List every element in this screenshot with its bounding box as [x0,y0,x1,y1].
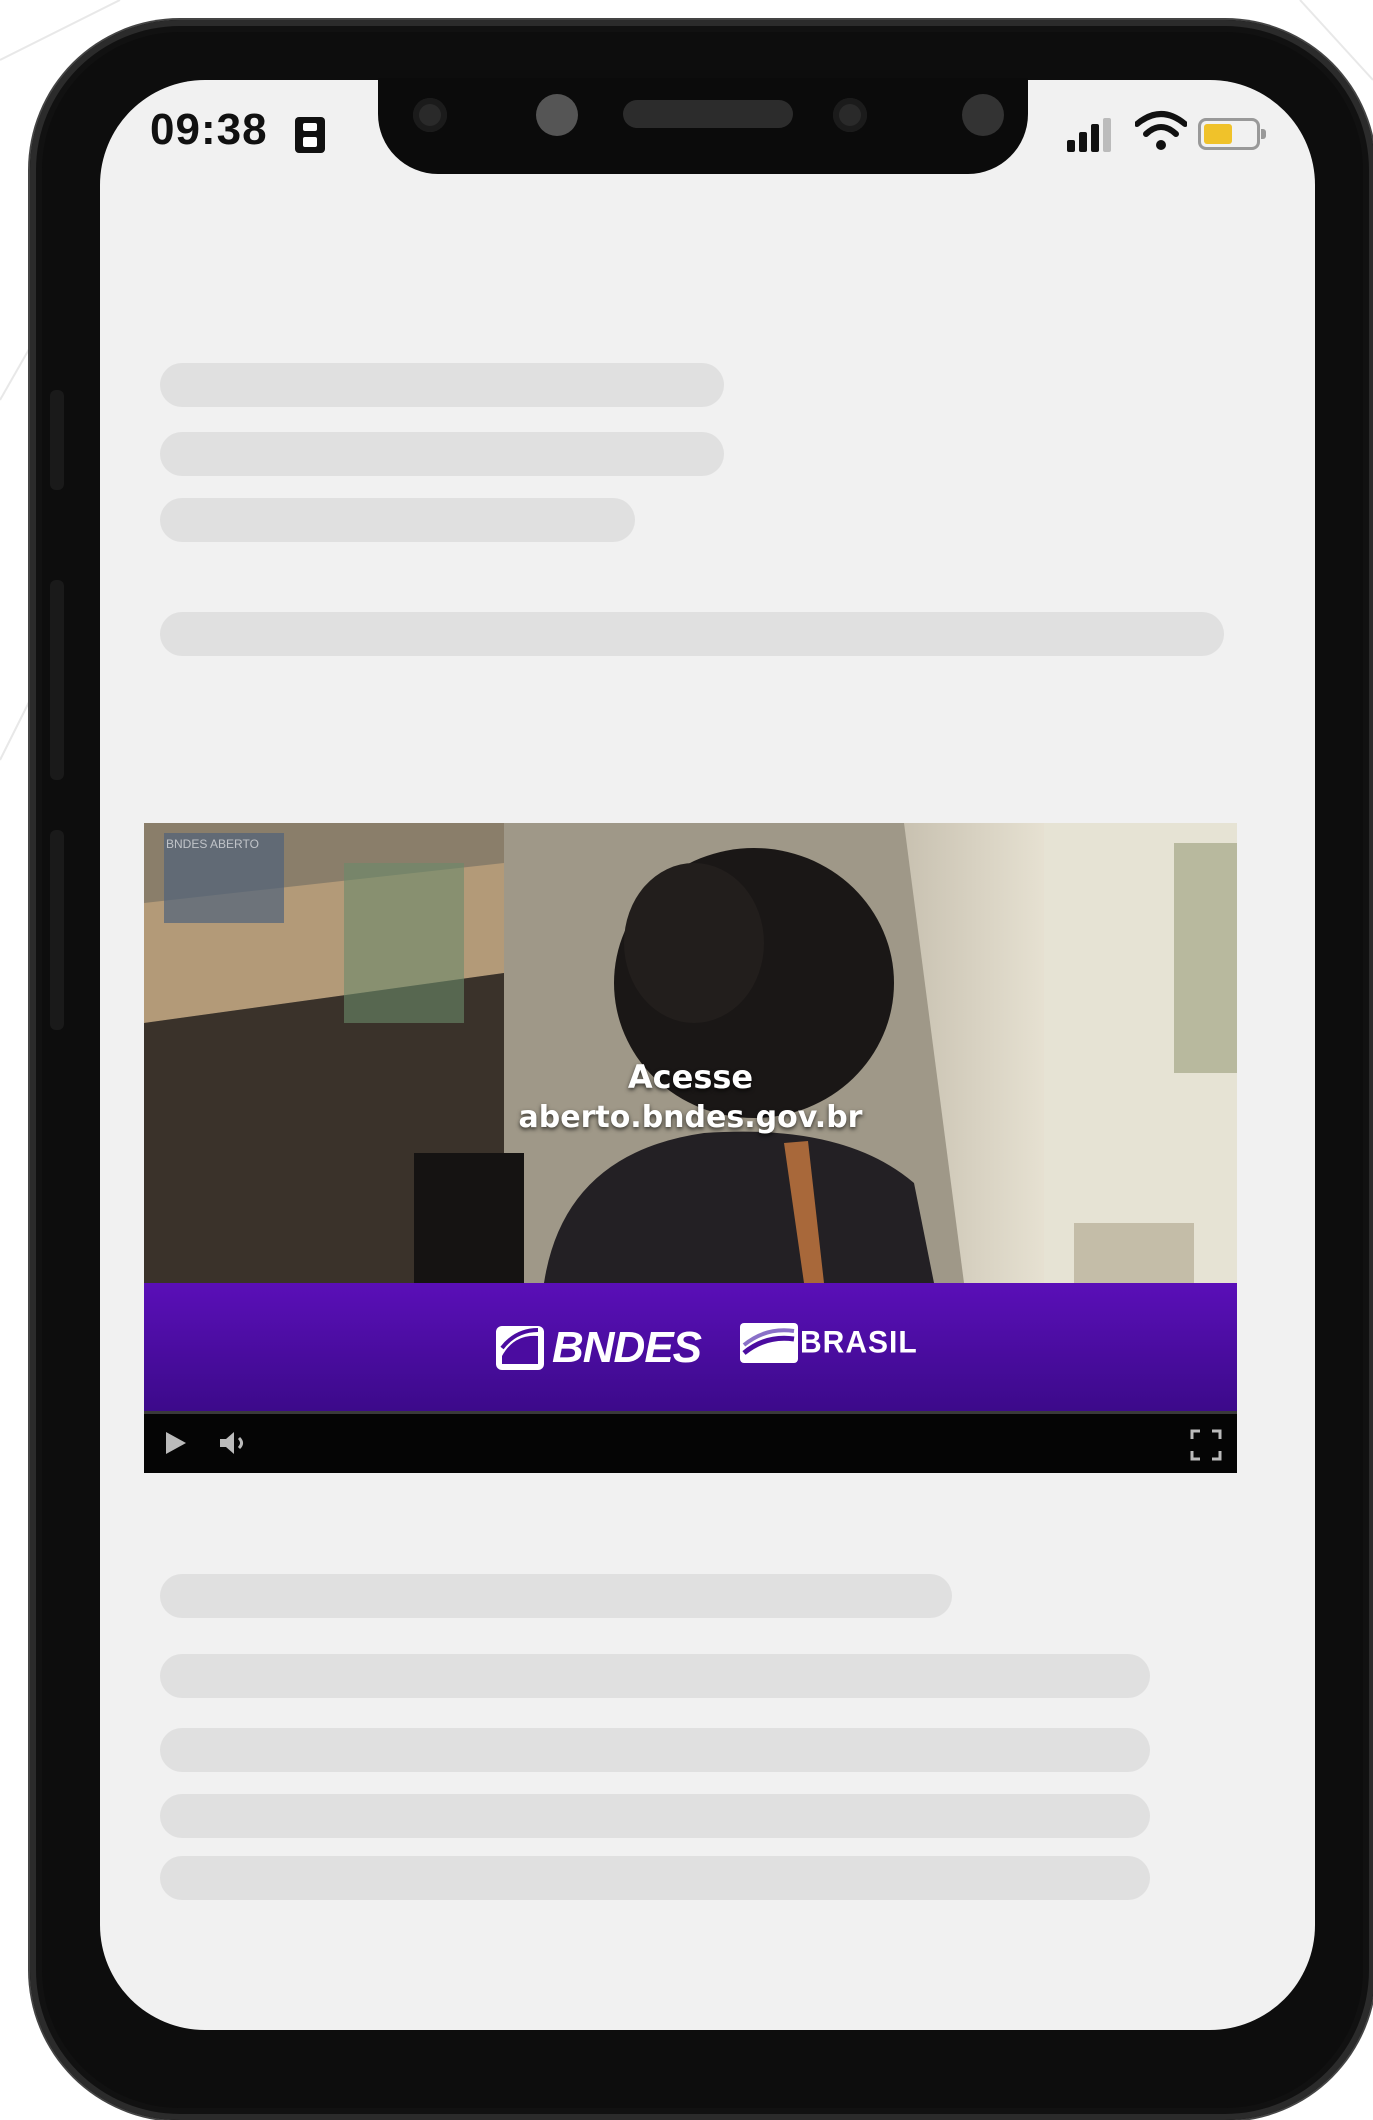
phone-side-button [50,390,64,490]
government-logo-text: BRASIL [800,1325,918,1360]
sim-card-icon [295,117,325,153]
caption-line-2: aberto.bndes.gov.br [518,1100,863,1135]
government-logo: BRASIL [740,1323,918,1363]
skeleton-line [160,363,724,407]
skeleton-line [160,1728,1150,1772]
skeleton-line [160,612,1224,656]
video-controls [144,1411,1237,1473]
video-player[interactable]: BNDES ABERTO Acesse aberto.bndes.gov.br … [144,823,1237,1473]
wifi-icon [1135,111,1187,150]
signal-icon [1067,118,1117,152]
fullscreen-icon[interactable] [1189,1428,1223,1462]
volume-icon[interactable] [216,1428,250,1458]
skeleton-line [160,1654,1150,1698]
skeleton-line [160,432,724,476]
skeleton-line [160,1574,952,1618]
caption-line-1: Acesse [627,1058,754,1096]
phone-notch [378,78,1028,174]
play-icon[interactable] [162,1428,190,1458]
brand-banner: BNDES BRASIL [144,1283,1237,1411]
battery-icon [1198,118,1266,150]
sensor-dot [962,94,1004,136]
brasil-flag-icon [740,1323,798,1363]
phone-volume-up-button [50,580,64,780]
front-camera [833,98,867,132]
bndes-logo: BNDES [496,1323,702,1373]
video-frame [144,823,1237,1283]
earpiece-speaker [623,100,793,128]
bndes-logo-icon [496,1326,544,1370]
status-time: 09:38 [150,105,268,154]
bndes-logo-text: BNDES [552,1323,702,1372]
video-caption: Acesse aberto.bndes.gov.br [144,1058,1237,1135]
front-camera [413,98,447,132]
skeleton-line [160,1856,1150,1900]
sensor-dot [536,94,578,136]
phone-volume-down-button [50,830,64,1030]
video-watermark: BNDES ABERTO [166,837,259,851]
skeleton-line [160,498,635,542]
skeleton-line [160,1794,1150,1838]
